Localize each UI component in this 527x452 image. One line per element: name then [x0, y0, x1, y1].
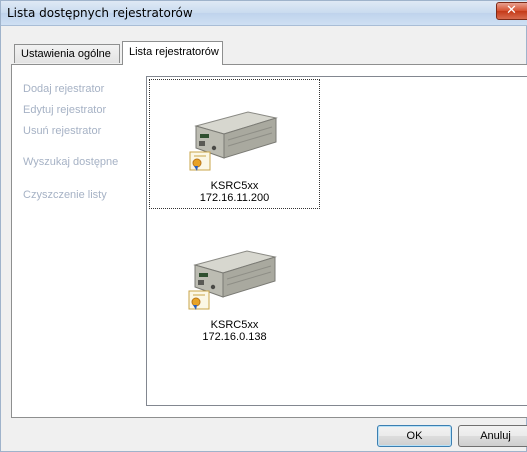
list-item-recorder[interactable]: KSRC5xx 172.16.0.138: [149, 219, 320, 349]
device-ip: 172.16.11.200: [199, 192, 270, 204]
tab-general-settings[interactable]: Ustawienia ogólne: [14, 44, 120, 63]
edit-recorder-link[interactable]: Edytuj rejestrator: [23, 104, 106, 116]
add-recorder-link[interactable]: Dodaj rejestrator: [23, 83, 104, 95]
dialog-window: Lista dostępnych rejestratorów ✕ Ustawie…: [0, 0, 527, 452]
ok-button[interactable]: OK: [377, 425, 452, 447]
close-icon: ✕: [506, 3, 517, 18]
device-name: KSRC5xx: [210, 180, 259, 192]
cancel-button[interactable]: Anuluj: [458, 425, 527, 447]
search-available-link[interactable]: Wyszukaj dostępne: [23, 156, 118, 168]
title-bar[interactable]: Lista dostępnych rejestratorów ✕: [1, 1, 527, 26]
device-ip: 172.16.0.138: [202, 331, 267, 343]
recorder-device-icon: [189, 111, 278, 171]
device-name: KSRC5xx: [210, 319, 259, 331]
recorder-list-view[interactable]: KSRC5xx 172.16.11.200 KSRC5xx 172.16.0.1…: [146, 76, 527, 406]
remove-recorder-link[interactable]: Usuń rejestrator: [23, 125, 101, 137]
window-title: Lista dostępnych rejestratorów: [7, 6, 193, 20]
tab-label: Ustawienia ogólne: [21, 48, 111, 60]
close-button[interactable]: ✕: [496, 2, 527, 20]
recorder-device-icon: [188, 250, 277, 310]
list-item-recorder[interactable]: KSRC5xx 172.16.11.200: [149, 79, 320, 209]
clear-list-link[interactable]: Czyszczenie listy: [23, 189, 107, 201]
tab-recorder-list[interactable]: Lista rejestratorów: [122, 41, 223, 65]
tab-label: Lista rejestratorów: [129, 46, 219, 58]
